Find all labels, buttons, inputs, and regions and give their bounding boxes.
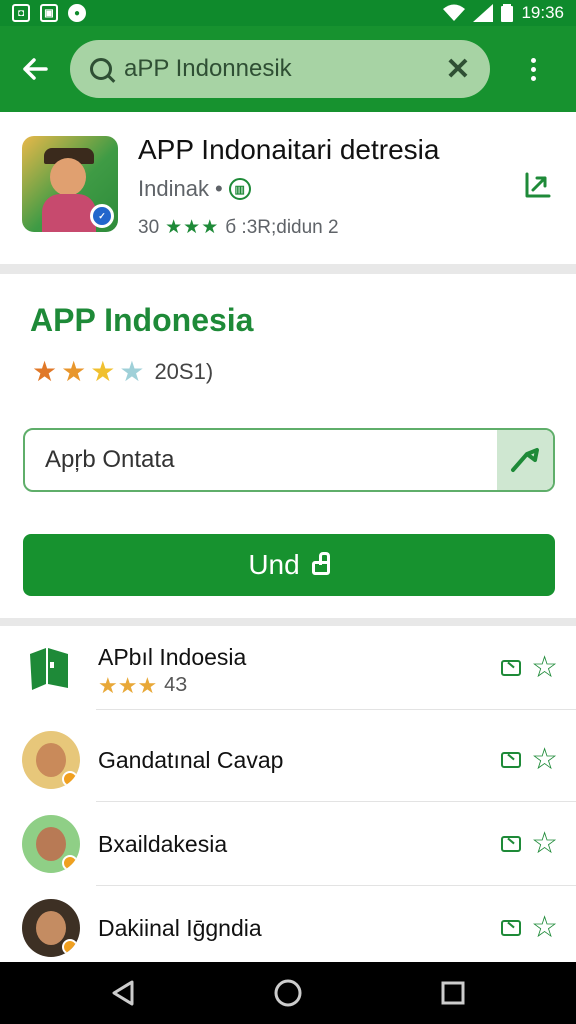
rating-row: ★ ★ ★ ★ 20Ѕ1) <box>32 358 213 386</box>
list-item-rating-value: 4З <box>164 674 188 696</box>
more-vert-icon <box>530 57 536 81</box>
back-button[interactable] <box>0 26 70 112</box>
avatar <box>22 899 80 957</box>
trending-button[interactable] <box>518 166 558 206</box>
send-arrow-icon <box>511 448 539 472</box>
clock: 19:36 <box>521 3 564 22</box>
search-icon <box>90 58 112 80</box>
text-input-field[interactable]: Apŗb Ontata <box>23 428 555 492</box>
triangle-back-icon <box>112 980 134 1006</box>
list-item-label: APbıl Indoesia <box>98 644 247 670</box>
separator-dot: • <box>214 176 223 201</box>
app-icon: ✓ <box>22 136 118 232</box>
wifi-icon <box>443 4 466 21</box>
favorite-star-icon[interactable]: ☆ <box>531 829 558 859</box>
list-item[interactable]: Dakiinal Iḡgndia ☆ <box>0 886 576 962</box>
circle-home-icon <box>274 979 302 1007</box>
meta-details: б :3R;dіdun 2 <box>225 216 339 238</box>
nav-home-button[interactable] <box>268 973 308 1013</box>
meta-stars: ★★★ <box>165 217 220 238</box>
app-title: APP Indonaitari detresia <box>138 134 440 165</box>
star-icon: ★ <box>119 356 145 387</box>
rating-count: 20Ѕ1) <box>154 359 214 384</box>
section-divider <box>0 618 576 626</box>
list-item-label: Gandatınal Cavap <box>98 746 284 773</box>
trending-icon <box>525 172 551 198</box>
square-recents-icon <box>441 981 465 1005</box>
list-item-rating: ★★★ 4З <box>98 674 187 697</box>
list-item-actions: ☆ <box>501 745 558 775</box>
toolbar: aPP Indonnesik ✕ <box>0 26 576 112</box>
list-item-stars: ★★★ <box>98 672 158 698</box>
nav-recents-button[interactable] <box>433 973 473 1013</box>
system-nav-bar <box>0 962 576 1024</box>
verified-badge-icon: ✓ <box>90 204 114 228</box>
app-developer: Indinak • ▥ <box>138 176 251 202</box>
app-meta: 30 ★★★ б :3R;dіdun 2 <box>138 216 339 239</box>
app-notification-icon: ● <box>68 4 86 22</box>
favorite-star-icon[interactable]: ☆ <box>531 913 558 943</box>
overflow-menu-button[interactable] <box>490 26 576 112</box>
nav-back-button[interactable] <box>103 973 143 1013</box>
input-action-button[interactable] <box>497 430 553 490</box>
lock-icon <box>311 552 330 575</box>
input-value[interactable]: Apŗb Ontata <box>25 430 497 490</box>
arrow-back-icon <box>23 58 48 80</box>
avatar <box>22 815 80 873</box>
signal-icon <box>473 4 494 22</box>
battery-icon <box>501 4 514 22</box>
details-title: APP Indonesia <box>30 302 254 338</box>
list-item[interactable]: Bxaildakesia ☆ <box>0 802 576 886</box>
app-header-card[interactable]: ✓ APP Indonaitari detresia Indinak • ▥ 3… <box>0 112 576 264</box>
results-list: APbıl Indoesia ★★★ 4З ☆ Gandatınal Cavap… <box>0 626 576 962</box>
star-icon: ★ <box>61 356 87 387</box>
avatar-badge-icon <box>62 855 78 871</box>
primary-button-label: Und <box>248 549 300 580</box>
list-item-label: Bxaildakesia <box>98 830 228 857</box>
open-icon[interactable] <box>501 660 522 676</box>
clear-search-button[interactable]: ✕ <box>440 51 476 87</box>
developer-name: Indinak <box>138 176 209 201</box>
open-icon[interactable] <box>501 920 522 936</box>
details-section: APP Indonesia ★ ★ ★ ★ 20Ѕ1) Apŗb Ontata … <box>0 274 576 618</box>
avatar-badge-icon <box>62 771 78 787</box>
list-item-actions: ☆ <box>501 829 558 859</box>
developer-badge-icon: ▥ <box>228 178 251 200</box>
search-input[interactable]: aPP Indonnesik <box>124 55 440 83</box>
section-divider <box>0 264 576 274</box>
favorite-star-icon[interactable]: ☆ <box>531 653 558 683</box>
map-pin-icon <box>30 648 68 690</box>
list-item[interactable]: APbıl Indoesia ★★★ 4З ☆ <box>0 626 576 710</box>
avatar <box>22 731 80 789</box>
notification-icon: ◘ <box>12 4 30 22</box>
favorite-star-icon[interactable]: ☆ <box>531 745 558 775</box>
open-icon[interactable] <box>501 836 522 852</box>
list-item-actions: ☆ <box>501 913 558 943</box>
search-bar[interactable]: aPP Indonnesik ✕ <box>70 40 490 98</box>
status-bar: ◘ ▣ ● 19:36 <box>0 0 576 26</box>
star-icon: ★ <box>90 356 116 387</box>
meta-count: 30 <box>138 216 160 238</box>
photo-icon: ▣ <box>40 4 58 22</box>
list-item-label: Dakiinal Iḡgndia <box>98 914 262 941</box>
open-icon[interactable] <box>501 752 522 768</box>
star-icon: ★ <box>32 356 58 387</box>
list-item-actions: ☆ <box>501 653 558 683</box>
avatar-badge-icon <box>62 939 78 955</box>
primary-action-button[interactable]: Und <box>23 534 555 596</box>
list-item[interactable]: Gandatınal Cavap ☆ <box>0 718 576 802</box>
